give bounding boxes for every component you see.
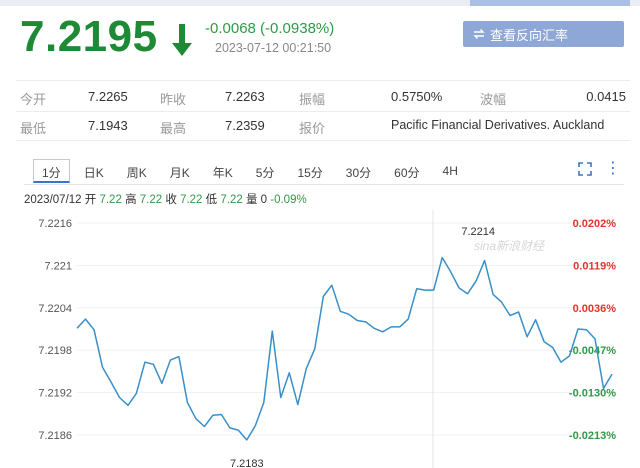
y-tick-label: 7.2192: [38, 388, 72, 400]
tab-daily[interactable]: 日K: [75, 159, 113, 183]
price-change: -0.0068 (-0.0938%): [205, 20, 335, 37]
tab-yearly[interactable]: 年K: [204, 159, 242, 183]
stat-value-open: 7.2265: [88, 89, 128, 104]
quote-stats: 今开 7.2265 昨收 7.2263 振幅 0.5750% 波幅 0.0415…: [16, 80, 630, 141]
stat-value-amplitude: 0.5750%: [391, 89, 443, 104]
stat-value-high: 7.2359: [225, 118, 265, 133]
reverse-rate-button[interactable]: 查看反向汇率: [463, 21, 624, 47]
pct-tick-label: 0.0036%: [573, 303, 617, 315]
pct-tick-label: 0.0119%: [573, 260, 616, 272]
pct-tick-label: -0.0047%: [569, 345, 616, 357]
tab-monthly[interactable]: 月K: [161, 159, 199, 183]
stat-value-quoter: Pacific Financial Derivatives. Auckland: [391, 118, 605, 132]
current-price: 7.2195: [20, 12, 158, 61]
more-icon[interactable]: ⋮: [605, 158, 621, 178]
down-arrow-icon: [172, 24, 192, 56]
pct-tick-label: -0.0130%: [569, 388, 616, 400]
stats-row: 今开 7.2265 昨收 7.2263 振幅 0.5750% 波幅 0.0415: [16, 80, 630, 112]
period-tabs: 1分 日K 周K 月K 年K 5分 15分 30分 60分 4H: [33, 159, 472, 183]
max-price-label: 7.2214: [461, 226, 495, 238]
reverse-rate-label: 查看反向汇率: [490, 27, 569, 43]
y-tick-label: 7.221: [44, 260, 72, 272]
stat-label-amplitude: 振幅: [299, 92, 326, 107]
stat-label-low: 最低: [20, 121, 47, 136]
intraday-line-chart[interactable]: 7.2216 7.221 7.2204 7.2198 7.2192 7.2186 0.020…: [0, 205, 640, 468]
top-strip: [0, 0, 640, 6]
expand-icon[interactable]: [578, 162, 592, 176]
tab-4h[interactable]: 4H: [434, 159, 467, 183]
quote-time: 2023-07-12 00:21:50: [215, 41, 332, 55]
tab-30min[interactable]: 30分: [337, 159, 380, 183]
stat-label-prev-close: 昨收: [160, 92, 187, 107]
y-tick-label: 7.2186: [38, 430, 72, 442]
tabs-divider: [24, 184, 624, 185]
pct-tick-label: 0.0202%: [573, 218, 617, 230]
pct-tick-label: -0.0213%: [569, 430, 616, 442]
stat-value-low: 7.1943: [88, 118, 128, 133]
tab-60min[interactable]: 60分: [385, 159, 428, 183]
y-tick-label: 7.2198: [38, 345, 72, 357]
stat-label-range: 波幅: [480, 92, 507, 107]
tab-5min[interactable]: 5分: [247, 159, 284, 183]
stat-label-quoter: 报价: [299, 121, 326, 136]
stats-row: 最低 7.1943 最高 7.2359 报价 Pacific Financial…: [16, 110, 630, 141]
top-strip-accent: [470, 0, 630, 6]
tab-1min[interactable]: 1分: [33, 159, 70, 183]
stat-value-prev-close: 7.2263: [225, 89, 265, 104]
price-line: [76, 256, 613, 441]
min-price-label: 7.2183: [230, 458, 264, 468]
watermark: sina新浪财经: [474, 239, 546, 253]
tab-15min[interactable]: 15分: [288, 159, 331, 183]
stat-label-open: 今开: [20, 92, 47, 107]
y-tick-label: 7.2204: [38, 303, 72, 315]
stat-value-range: 0.0415: [586, 89, 626, 104]
stat-label-high: 最高: [160, 121, 187, 136]
tab-weekly[interactable]: 周K: [118, 159, 156, 183]
y-tick-label: 7.2216: [38, 218, 72, 230]
swap-icon: [473, 29, 485, 39]
